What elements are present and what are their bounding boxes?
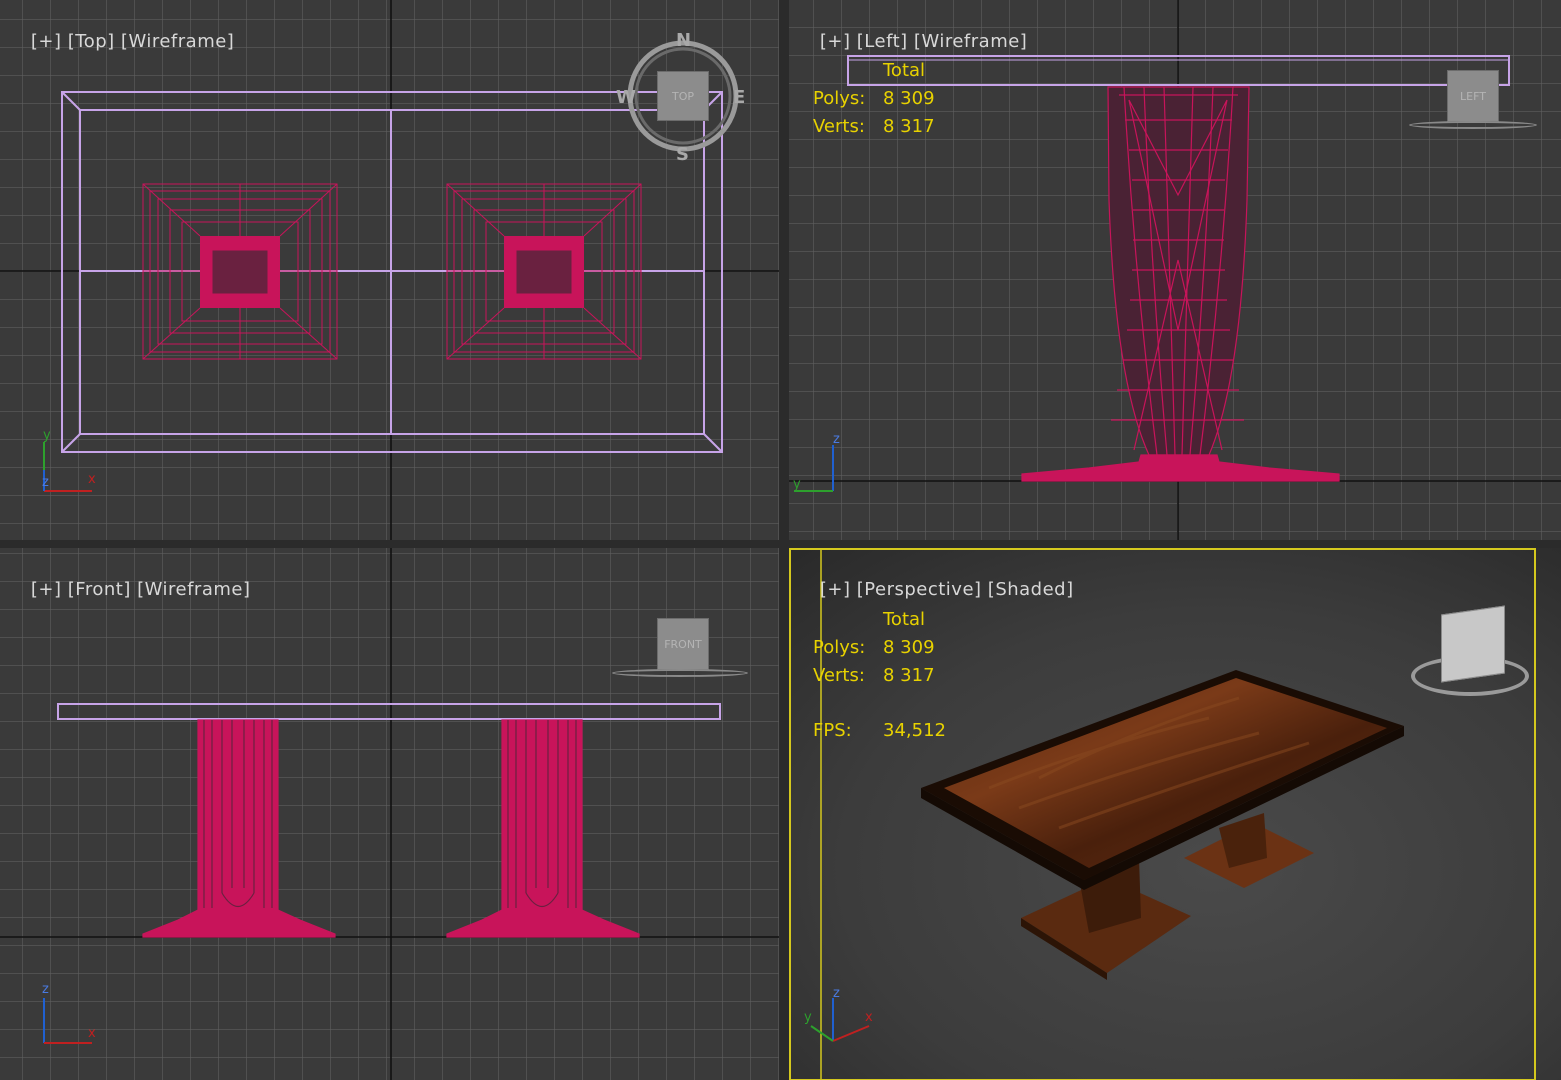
viewport-shading-menu[interactable]: [Wireframe]	[137, 579, 250, 600]
stats-verts-value: 8 317	[883, 116, 935, 137]
viewport-view-menu[interactable]: [Perspective]	[857, 579, 982, 600]
viewcube-front-face[interactable]: FRONT	[657, 618, 709, 670]
stats-overlay-left: Total Polys: 8 309 Verts: 8 317	[813, 60, 935, 144]
viewport-view-menu[interactable]: [Left]	[857, 31, 908, 52]
stats-fps-label: FPS:	[813, 720, 852, 741]
compass-west-label[interactable]: W	[616, 87, 636, 108]
stats-polys-label: Polys:	[813, 88, 866, 109]
viewport-front[interactable]: FRONT z x [+] [Front] [Wireframe]	[0, 548, 779, 1080]
viewport-shading-menu[interactable]: [Wireframe]	[121, 31, 234, 52]
compass-south-label[interactable]: S	[676, 144, 689, 165]
axis-label-z: z	[42, 982, 49, 997]
viewcube-perspective[interactable]	[1411, 605, 1531, 706]
pedestal-wireframe-top-left	[142, 183, 338, 360]
compass-north-label[interactable]: N	[676, 30, 691, 51]
compass-east-label[interactable]: E	[733, 87, 745, 108]
stats-verts-label: Verts:	[813, 116, 865, 137]
viewcube-top-face[interactable]: TOP	[657, 71, 709, 121]
viewport-splitter-horizontal[interactable]	[0, 540, 1561, 548]
stats-polys-value: 8 309	[883, 88, 935, 109]
stats-overlay-perspective: Total Polys: 8 309 Verts: 8 317 FPS: 34,512	[813, 609, 946, 748]
axis-label-x: x	[88, 1026, 96, 1041]
viewport-perspective[interactable]: z x y [+] [Perspective] [Shaded] Total P…	[789, 548, 1561, 1080]
viewport-left[interactable]: LEFT z y [+] [Left] [Wireframe] Total Po…	[789, 0, 1561, 540]
viewcube-front-ring[interactable]	[612, 669, 748, 677]
stats-total-label: Total	[883, 609, 926, 630]
viewport-shading-menu[interactable]: [Wireframe]	[914, 31, 1027, 52]
viewport-view-menu[interactable]: [Top]	[68, 31, 115, 52]
viewport-menu-plus[interactable]: [+]	[31, 31, 62, 52]
viewport-label-top: [+] [Top] [Wireframe]	[6, 10, 234, 73]
stats-total-label: Total	[883, 60, 926, 81]
viewcube-left-ring[interactable]	[1409, 121, 1537, 129]
viewport-label-front: [+] [Front] [Wireframe]	[6, 558, 250, 621]
stats-polys-label: Polys:	[813, 637, 866, 658]
axis-label-z: z	[833, 432, 840, 447]
stats-verts-label: Verts:	[813, 665, 865, 686]
axis-label-z: z	[833, 986, 840, 1001]
stats-fps-value: 34,512	[883, 720, 946, 741]
pedestal-wireframe-top-right	[446, 183, 642, 360]
axis-label-y: y	[793, 477, 801, 492]
viewport-shading-menu[interactable]: [Shaded]	[988, 579, 1074, 600]
axis-label-y: y	[804, 1010, 812, 1025]
viewcube-left-face[interactable]: LEFT	[1447, 70, 1499, 122]
viewport-top[interactable]: N S E W TOP y z x [+] [Top] [Wireframe]	[0, 0, 779, 540]
axis-label-x: x	[88, 472, 96, 487]
axis-label-z: z	[42, 475, 49, 490]
viewport-view-menu[interactable]: [Front]	[68, 579, 131, 600]
stats-verts-value: 8 317	[883, 665, 935, 686]
viewport-menu-plus[interactable]: [+]	[820, 31, 851, 52]
viewport-menu-plus[interactable]: [+]	[820, 579, 851, 600]
viewport-menu-plus[interactable]: [+]	[31, 579, 62, 600]
stats-polys-value: 8 309	[883, 637, 935, 658]
axis-label-x: x	[865, 1010, 873, 1025]
axis-label-y: y	[43, 428, 51, 443]
